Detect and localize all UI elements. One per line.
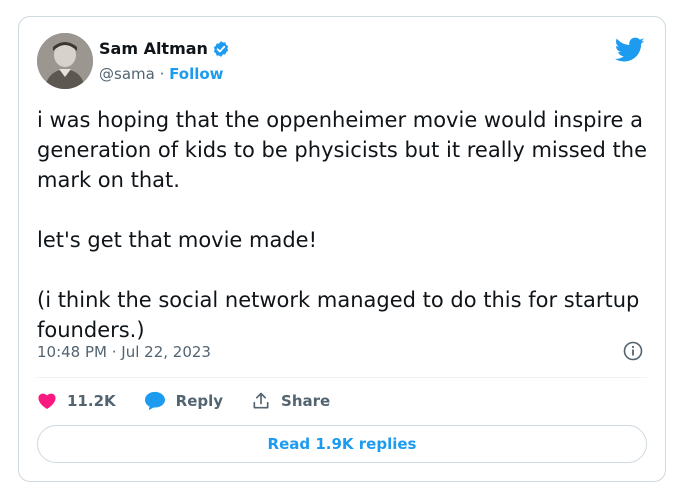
author-name[interactable]: Sam Altman <box>99 39 208 58</box>
info-icon[interactable] <box>623 341 643 361</box>
follow-button[interactable]: Follow <box>169 65 223 83</box>
reply-label: Reply <box>175 392 224 410</box>
read-replies-label: Read 1.9K replies <box>267 435 417 453</box>
share-label: Share <box>281 392 331 410</box>
divider <box>37 377 647 378</box>
handle-row: @sama · Follow <box>99 65 224 83</box>
tweet-card: Sam Altman @sama · Follow i was hoping t… <box>18 16 666 482</box>
action-bar: 11.2K Reply Share <box>37 389 358 413</box>
share-button[interactable]: Share <box>251 391 330 411</box>
reply-bubble-icon <box>144 391 165 411</box>
tweet-text: i was hoping that the oppenheimer movie … <box>37 108 648 342</box>
like-button[interactable]: 11.2K <box>37 391 116 411</box>
heart-icon <box>38 393 56 409</box>
separator: · <box>154 65 170 83</box>
tweet-timestamp[interactable]: 10:48 PM · Jul 22, 2023 <box>37 343 211 361</box>
avatar[interactable] <box>37 33 93 89</box>
like-count: 11.2K <box>67 392 116 410</box>
verified-badge-icon <box>212 40 230 58</box>
read-replies-button[interactable]: Read 1.9K replies <box>37 425 647 463</box>
share-icon <box>253 392 269 409</box>
twitter-bird-icon[interactable] <box>614 37 645 63</box>
author-name-row: Sam Altman <box>99 39 230 58</box>
reply-button[interactable]: Reply <box>144 391 223 411</box>
author-handle[interactable]: @sama <box>99 65 155 83</box>
